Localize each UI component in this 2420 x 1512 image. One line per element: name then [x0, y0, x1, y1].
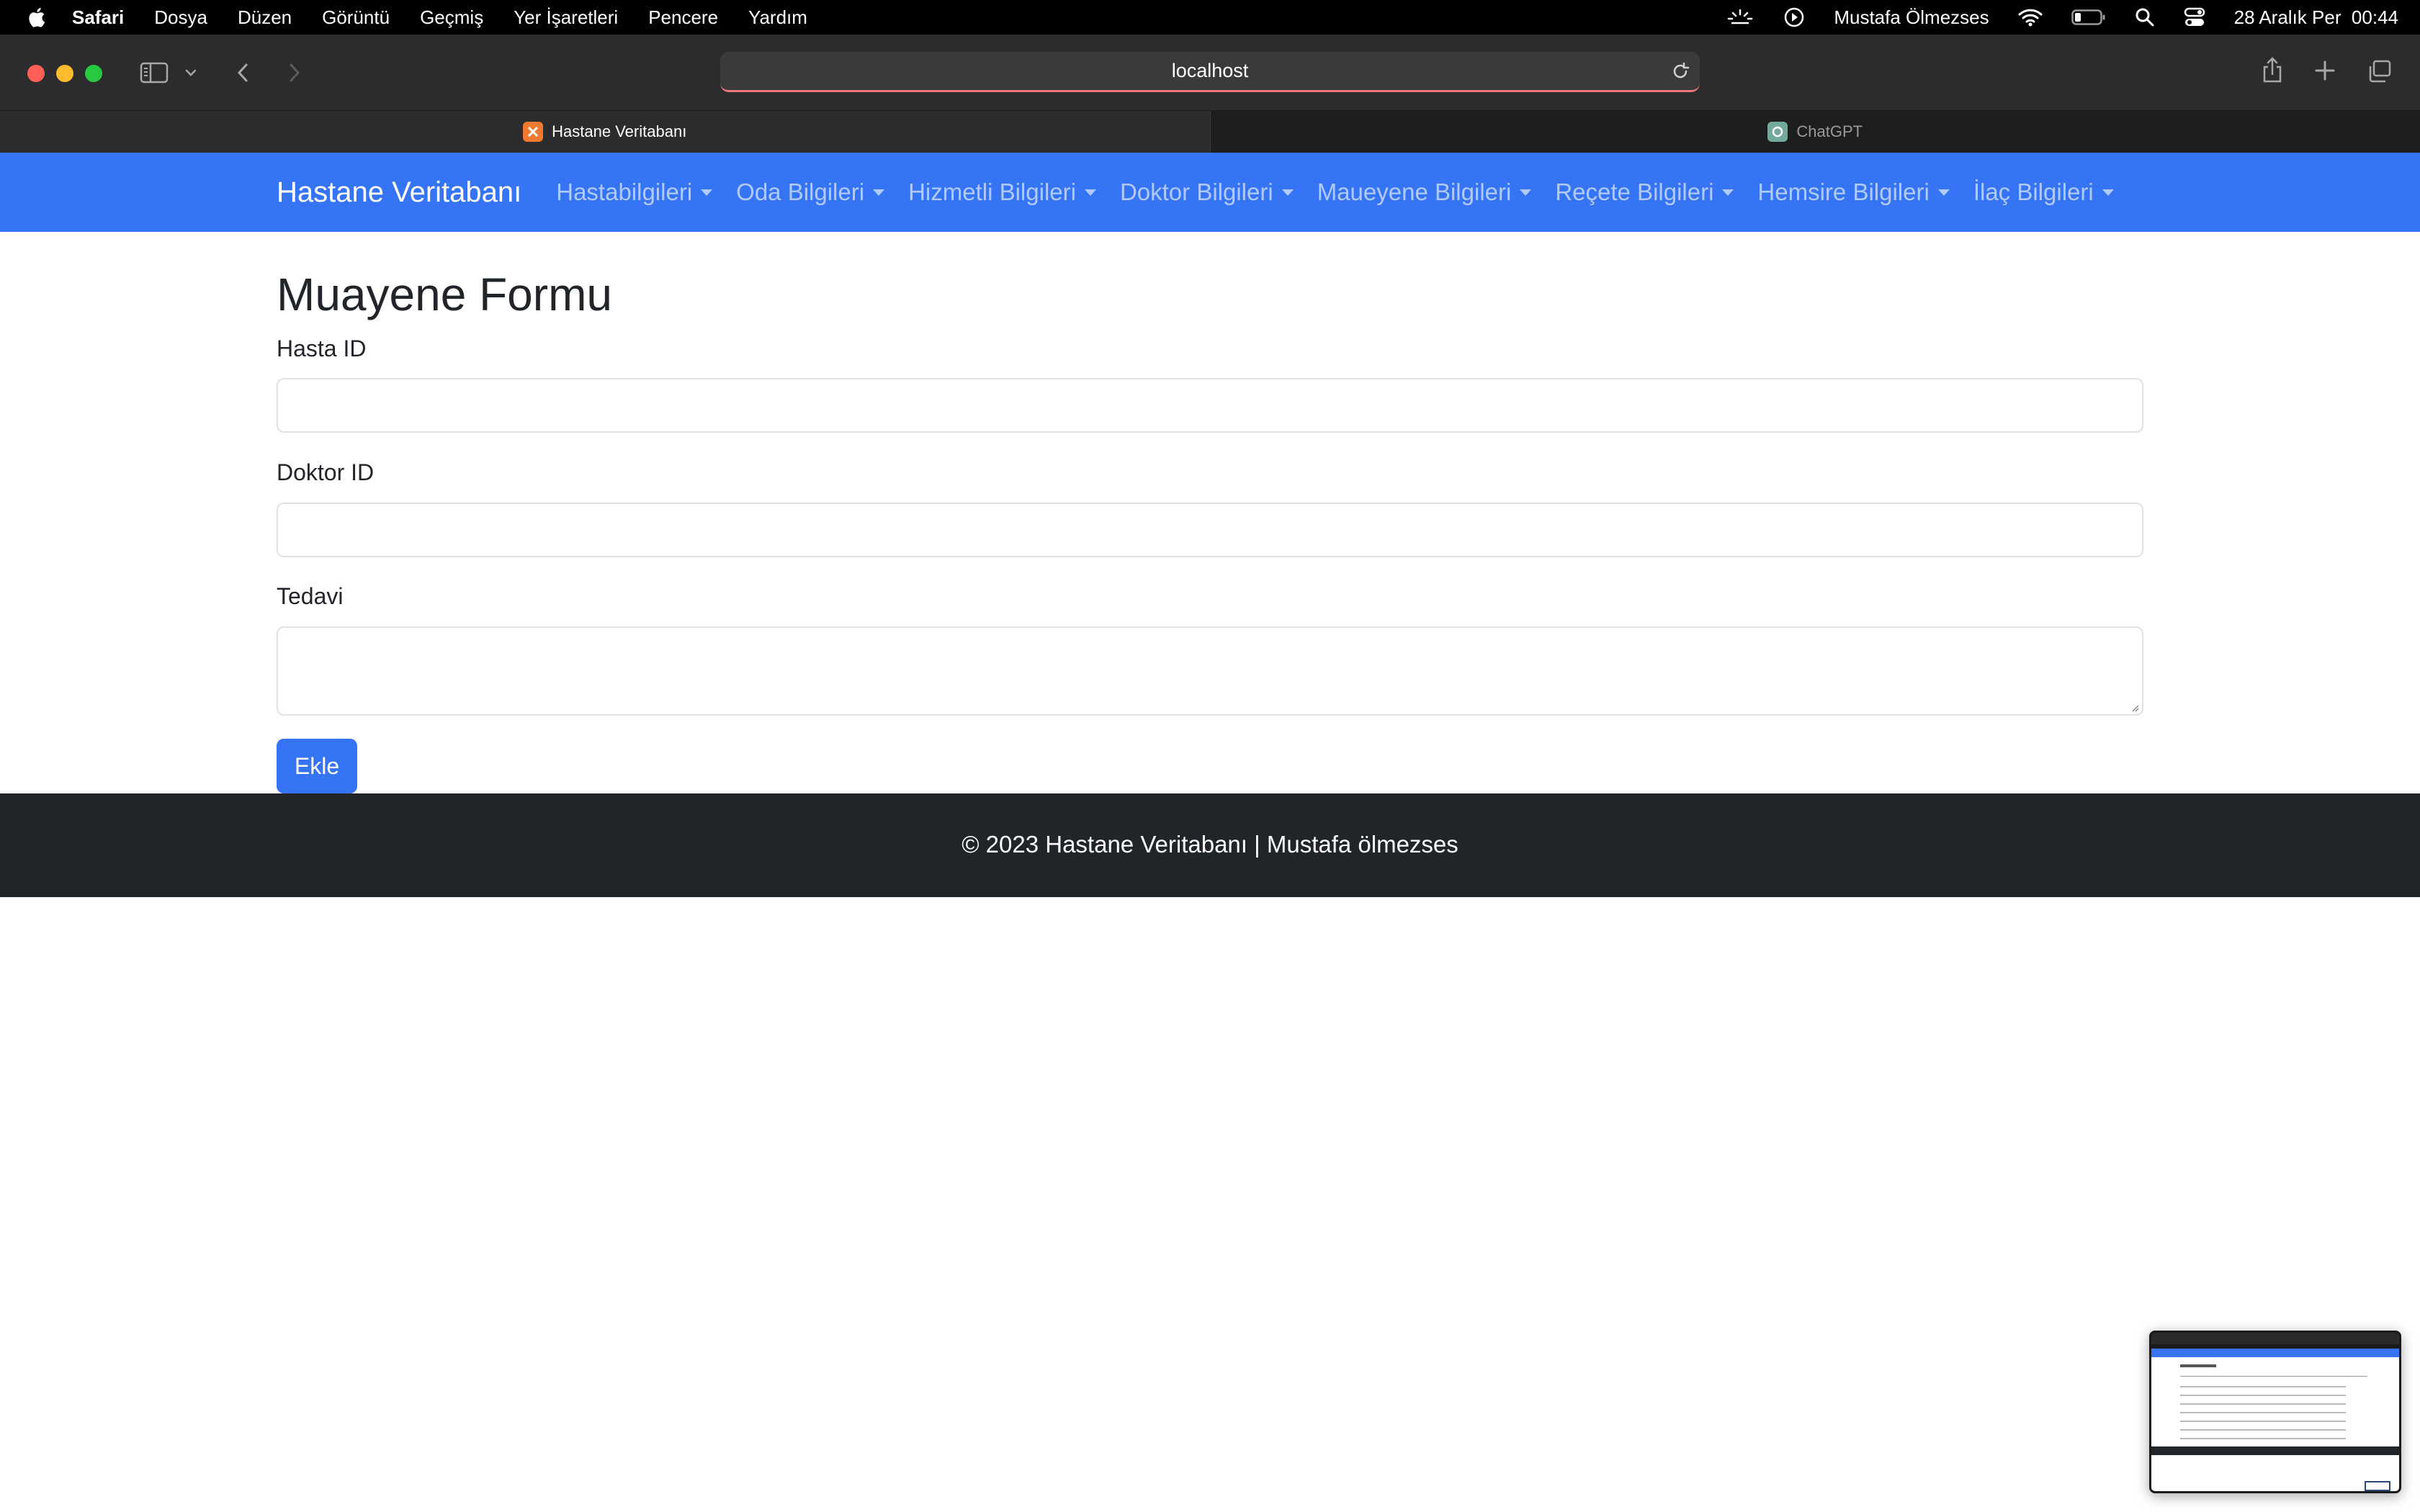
share-icon[interactable]	[2260, 56, 2285, 85]
tab-overview-icon[interactable]	[2367, 59, 2393, 84]
new-tab-icon[interactable]	[2313, 59, 2336, 82]
nav-label: Maueyene Bilgileri	[1317, 179, 1512, 205]
chevron-down-icon[interactable]	[183, 65, 199, 81]
menu-pencere[interactable]: Pencere	[648, 6, 718, 29]
nav-label: Oda Bilgileri	[736, 179, 865, 205]
tab-title: Hastane Veritabanı	[552, 122, 687, 140]
nav-label: Hastabilgileri	[556, 179, 693, 205]
thumbnail-line	[2180, 1421, 2346, 1422]
menu-gecmis[interactable]: Geçmiş	[420, 6, 483, 29]
dropdown-caret-icon	[873, 189, 885, 196]
menu-duzen[interactable]: Düzen	[238, 6, 292, 29]
nav-label: İlaç Bilgileri	[1973, 179, 2094, 205]
dropdown-caret-icon	[1937, 189, 1950, 196]
thumbnail-line	[2180, 1376, 2367, 1377]
play-icon[interactable]	[1783, 6, 1805, 28]
nav-label: Doktor Bilgileri	[1119, 179, 1273, 205]
thumbnail-line	[2180, 1386, 2346, 1387]
ekle-button[interactable]: Ekle	[277, 739, 357, 793]
thumbnail-navbar	[2151, 1349, 2399, 1357]
nav-doktor-bilgileri[interactable]: Doktor Bilgileri	[1120, 179, 1294, 206]
footer-text: © 2023 Hastane Veritabanı | Mustafa ölme…	[962, 831, 1458, 858]
nav-label: Hemsire Bilgileri	[1757, 179, 1930, 205]
tab-hastane-veritabani[interactable]: Hastane Veritabanı	[0, 111, 1210, 153]
nav-oda-bilgileri[interactable]: Oda Bilgileri	[736, 179, 885, 206]
dropdown-caret-icon	[1281, 189, 1294, 196]
nav-label: Hizmetli Bilgileri	[908, 179, 1076, 205]
navbar-brand[interactable]: Hastane Veritabanı	[277, 176, 521, 209]
back-icon[interactable]	[232, 60, 254, 85]
thumbnail-line	[2180, 1364, 2216, 1367]
thumbnail-body	[2151, 1357, 2399, 1446]
minimize-window-button[interactable]	[56, 65, 73, 82]
sidebar-icon[interactable]	[140, 60, 169, 85]
search-icon[interactable]	[2135, 7, 2155, 27]
close-window-button[interactable]	[27, 65, 45, 82]
dropdown-caret-icon	[1520, 189, 1532, 196]
address-bar[interactable]: localhost	[720, 52, 1700, 92]
wifi-icon[interactable]	[2018, 8, 2043, 27]
nav-label: Reçete Bilgileri	[1555, 179, 1714, 205]
hasta-id-input[interactable]	[277, 378, 2143, 433]
nav-hizmetli-bilgileri[interactable]: Hizmetli Bilgileri	[908, 179, 1096, 206]
nav-recete-bilgileri[interactable]: Reçete Bilgileri	[1555, 179, 1734, 206]
menu-bar: Safari Dosya Düzen Görüntü Geçmiş Yer İş…	[0, 0, 2420, 35]
screenshot-thumbnail[interactable]	[2149, 1331, 2401, 1493]
nav-ilac-bilgileri[interactable]: İlaç Bilgileri	[1973, 179, 2114, 206]
thumbnail-line	[2180, 1429, 2346, 1431]
menu-goruntu[interactable]: Görüntü	[322, 6, 390, 29]
thumbnail-toolbar	[2151, 1333, 2399, 1344]
thumbnail-line	[2180, 1403, 2346, 1405]
thumbnail-line	[2365, 1481, 2390, 1491]
brightness-icon[interactable]	[1726, 7, 1754, 27]
menu-app-safari[interactable]: Safari	[72, 6, 124, 29]
page-footer: © 2023 Hastane Veritabanı | Mustafa ölme…	[0, 793, 2420, 897]
thumbnail-line	[2180, 1412, 2346, 1413]
menu-yardim[interactable]: Yardım	[748, 6, 807, 29]
battery-icon[interactable]	[2071, 9, 2106, 26]
hasta-id-label: Hasta ID	[277, 336, 367, 361]
zoom-window-button[interactable]	[85, 65, 102, 82]
thumbnail-line	[2180, 1438, 2346, 1439]
page-title: Muayene Formu	[277, 269, 612, 320]
user-name[interactable]: Mustafa Ölmezses	[1834, 6, 1989, 29]
reload-icon[interactable]	[1670, 60, 1691, 82]
tab-bar: Hastane Veritabanı ChatGPT	[0, 111, 2420, 153]
dropdown-caret-icon	[1722, 189, 1734, 196]
apple-icon[interactable]	[27, 5, 49, 30]
tedavi-label: Tedavi	[277, 583, 344, 609]
forward-icon[interactable]	[284, 60, 305, 85]
nav-maueyene-bilgileri[interactable]: Maueyene Bilgileri	[1317, 179, 1532, 206]
thumbnail-footer	[2151, 1446, 2399, 1455]
nav-hastabilgileri[interactable]: Hastabilgileri	[556, 179, 713, 206]
control-center-icon[interactable]	[2184, 7, 2205, 27]
nav-hemsire-bilgileri[interactable]: Hemsire Bilgileri	[1757, 179, 1950, 206]
resize-handle-icon[interactable]	[2130, 703, 2139, 712]
menu-dosya[interactable]: Dosya	[154, 6, 207, 29]
tab-title: ChatGPT	[1796, 122, 1863, 140]
chatgpt-favicon-icon	[1767, 122, 1788, 142]
site-navbar: Hastane Veritabanı Hastabilgileri Oda Bi…	[0, 153, 2420, 232]
dropdown-caret-icon	[701, 189, 713, 196]
thumbnail-blank	[2151, 1455, 2399, 1491]
thumbnail-line	[2180, 1395, 2346, 1396]
menu-yer-isaretleri[interactable]: Yer İşaretleri	[514, 6, 618, 29]
dropdown-caret-icon	[1084, 189, 1096, 196]
xampp-favicon-icon	[523, 122, 544, 142]
menu-datetime[interactable]: 28 Aralık Per 00:44	[2234, 6, 2398, 29]
tab-chatgpt[interactable]: ChatGPT	[1209, 111, 2420, 153]
address-bar-url: localhost	[1171, 60, 1249, 81]
doktor-id-input[interactable]	[277, 503, 2143, 557]
doktor-id-label: Doktor ID	[277, 459, 375, 485]
dropdown-caret-icon	[2102, 189, 2114, 196]
tedavi-textarea[interactable]	[277, 626, 2143, 716]
